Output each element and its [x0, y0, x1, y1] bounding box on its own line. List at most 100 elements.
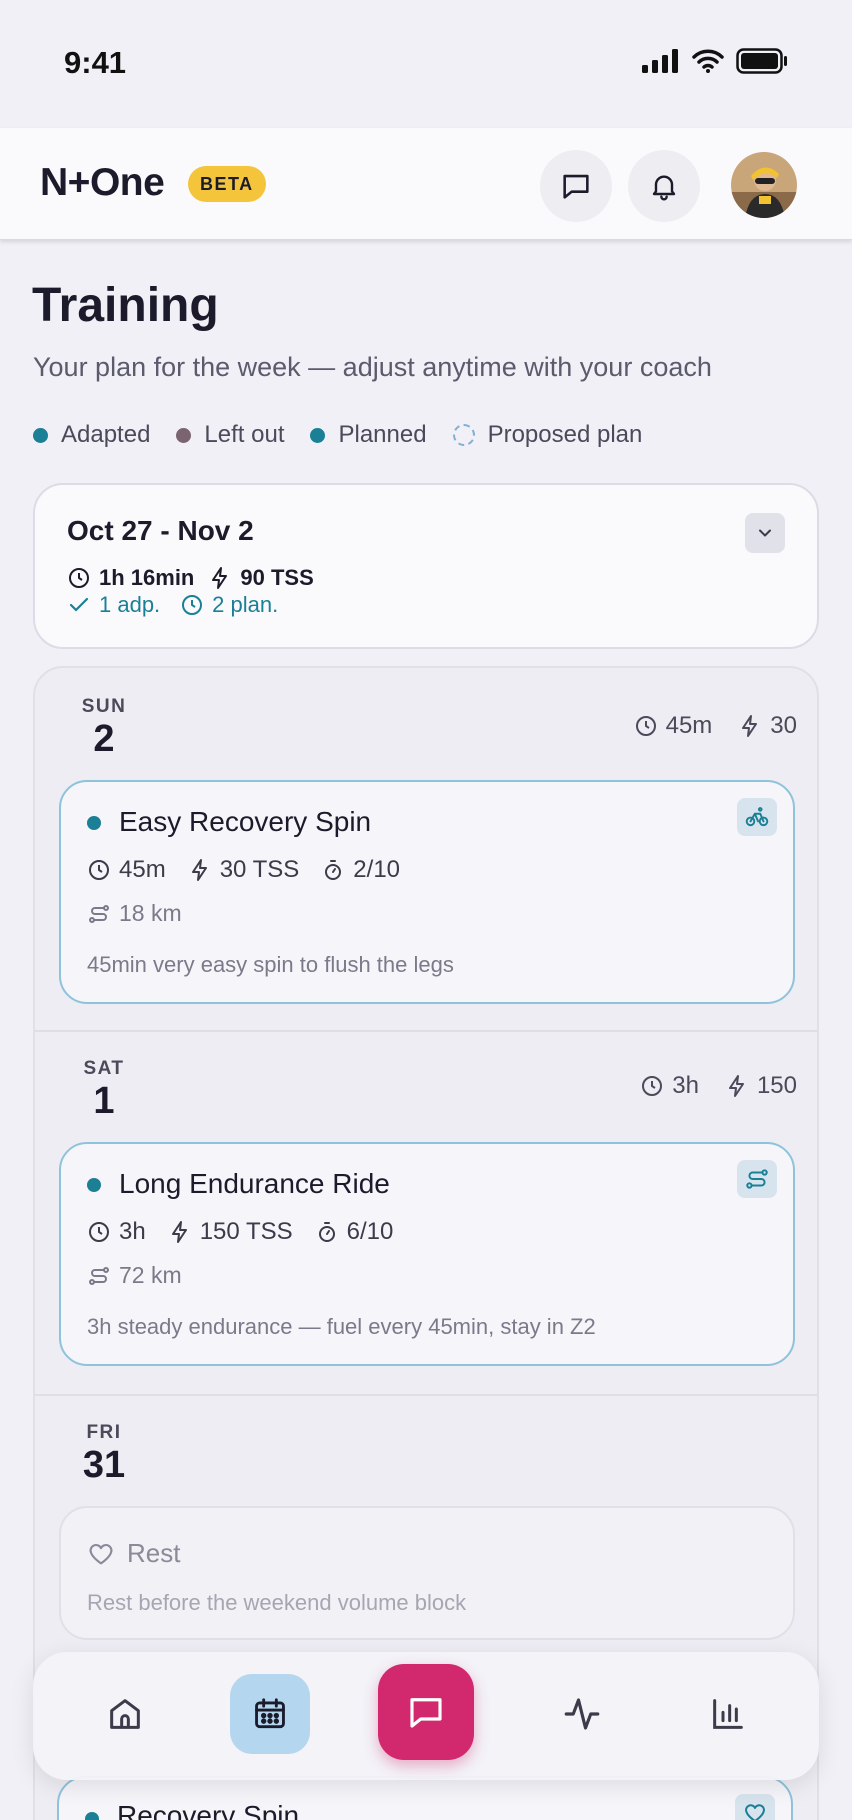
- planned-dot-icon: [85, 1812, 99, 1820]
- clock-icon: [642, 1076, 663, 1096]
- workout-card[interactable]: Long Endurance Ride 3h 150 TSS 6/10 72 k…: [59, 1142, 795, 1366]
- left-out-dot-icon: [176, 427, 192, 443]
- workout-distance: 72 km: [87, 1262, 182, 1289]
- bolt-icon: [171, 1221, 187, 1243]
- battery-icon: [736, 48, 787, 74]
- calendar-icon: [255, 1698, 285, 1729]
- workout-tss: 30 TSS: [219, 856, 300, 883]
- nav-coach-chat[interactable]: [378, 1664, 474, 1760]
- wifi-icon: [692, 49, 724, 73]
- week-status: 1 adp. 2 plan.: [67, 592, 278, 618]
- status-time: 9:41: [64, 45, 127, 80]
- week-duration: 1h 16min: [99, 565, 195, 590]
- day-date: 1: [93, 1080, 115, 1122]
- day-date: 2: [93, 718, 115, 760]
- heart-icon: [89, 1543, 113, 1564]
- workout-distance-value: 18 km: [119, 900, 182, 926]
- proposed-dashed-circle-icon: [452, 424, 475, 446]
- week-summary-card[interactable]: Oct 27 - Nov 2 1h 16min 90 TSS 1 adp. 2 …: [33, 483, 819, 649]
- workout-title: Long Endurance Ride: [119, 1168, 390, 1199]
- workout-duration: 45m: [119, 856, 166, 883]
- day-duration: 45m: [665, 712, 713, 739]
- stopwatch-icon: [318, 1222, 335, 1242]
- workout-card[interactable]: Easy Recovery Spin 45m 30 TSS 2/10 18 km…: [59, 780, 795, 1004]
- messages-button[interactable]: [540, 150, 612, 222]
- day-summary: 45m 30: [608, 712, 797, 740]
- page-title: Training: [32, 279, 219, 332]
- days-panel: SUN 2 45m 30 Easy Recovery Spin 45m 30 T…: [33, 666, 819, 1820]
- day-weekday: SAT: [83, 1058, 125, 1079]
- brand-logo[interactable]: N+One: [40, 161, 165, 205]
- workout-rpe: 2/10: [353, 856, 401, 883]
- avatar[interactable]: [731, 152, 797, 218]
- clock-icon: [635, 716, 656, 736]
- day-tss: 150: [756, 1072, 797, 1099]
- nav-home[interactable]: [85, 1674, 165, 1754]
- legend-label: Adapted: [61, 421, 151, 448]
- route-icon: [89, 904, 109, 923]
- workout-description: 45min very easy spin to flush the legs: [87, 952, 454, 977]
- rest-title: Rest: [87, 1538, 180, 1569]
- chat-icon: [410, 1698, 442, 1728]
- rest-card[interactable]: Rest Rest before the weekend volume bloc…: [59, 1506, 795, 1640]
- day-duration: 3h: [672, 1072, 699, 1099]
- message-icon: [563, 174, 589, 199]
- route-icon: [746, 1169, 768, 1189]
- workout-stats: 3h 150 TSS 6/10: [87, 1218, 415, 1246]
- workout-duration: 3h: [119, 1218, 146, 1245]
- rest-label: Rest: [127, 1538, 181, 1568]
- day-fri: FRI 31 Rest Rest before the weekend volu…: [35, 1396, 817, 1696]
- planned-dot-icon: [310, 427, 326, 443]
- workout-card-peek[interactable]: Recovery Spin: [57, 1776, 793, 1820]
- legend-proposed: Proposed plan: [452, 421, 643, 449]
- week-adapted-count: 1 adp.: [99, 592, 161, 617]
- legend-planned: Planned: [310, 421, 427, 449]
- clock-icon: [89, 860, 109, 880]
- activity-icon: [564, 1698, 600, 1730]
- adapted-dot-icon: [33, 427, 48, 443]
- day-date: 31: [82, 1444, 126, 1486]
- collapse-week-button[interactable]: [745, 513, 785, 553]
- status-icons: [642, 48, 788, 74]
- heart-icon: [745, 1804, 765, 1820]
- notifications-button[interactable]: [628, 150, 700, 222]
- nav-stats[interactable]: [688, 1674, 768, 1754]
- legend-left-out: Left out: [176, 421, 284, 449]
- week-stats: 1h 16min 90 TSS: [67, 565, 314, 591]
- nav-activity[interactable]: [542, 1674, 622, 1754]
- signal-icon: [642, 49, 678, 73]
- rest-description: Rest before the weekend volume block: [87, 1590, 467, 1615]
- stats-icon: [713, 1699, 743, 1729]
- planned-dot-icon: [87, 1178, 101, 1192]
- day-weekday: SUN: [81, 696, 127, 717]
- stopwatch-icon: [325, 860, 342, 880]
- beta-badge: BETA: [188, 166, 266, 202]
- bottom-nav: [33, 1652, 819, 1780]
- workout-tss: 150 TSS: [199, 1218, 293, 1245]
- workout-description: 3h steady endurance — fuel every 45min, …: [87, 1314, 596, 1339]
- avatar-photo: [731, 152, 797, 218]
- workout-rpe: 6/10: [346, 1218, 394, 1245]
- bolt-icon: [742, 715, 758, 737]
- page-subtitle: Your plan for the week — adjust anytime …: [33, 352, 712, 382]
- day-tss: 30: [770, 712, 797, 739]
- workout-stats: 45m 30 TSS 2/10: [87, 856, 422, 884]
- bolt-icon: [212, 567, 228, 589]
- status-legend: Adapted Left out Planned Proposed plan: [33, 421, 668, 449]
- workout-type-badge: [735, 1794, 775, 1820]
- day-sat: SAT 1 3h 150 Long Endurance Ride 3h 150 …: [35, 1032, 817, 1394]
- bike-icon: [745, 807, 769, 827]
- app-header: N+One BETA: [0, 128, 852, 240]
- nav-calendar[interactable]: [230, 1674, 310, 1754]
- week-range: Oct 27 - Nov 2: [67, 515, 254, 546]
- clock-icon: [89, 1222, 109, 1242]
- week-tss: 90 TSS: [240, 565, 314, 590]
- day-weekday: FRI: [86, 1422, 122, 1443]
- day-sun: SUN 2 45m 30 Easy Recovery Spin 45m 30 T…: [35, 668, 817, 1030]
- bolt-icon: [191, 859, 207, 881]
- home-icon: [110, 1699, 140, 1729]
- legend-label: Left out: [204, 421, 285, 448]
- clock-icon: [182, 595, 203, 615]
- workout-type-badge: [737, 1160, 777, 1198]
- legend-label: Proposed plan: [487, 421, 643, 448]
